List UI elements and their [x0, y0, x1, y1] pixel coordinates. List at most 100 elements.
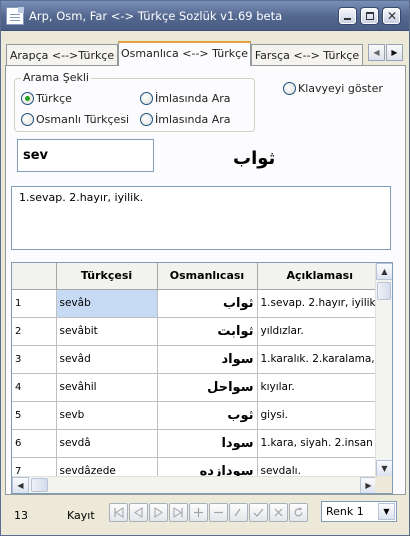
- row-number: 3: [12, 345, 57, 374]
- delete-record-button[interactable]: [209, 503, 228, 522]
- radio-unchecked-icon: [140, 113, 153, 126]
- table-row[interactable]: 3 sevâd سواد 1.karalık. 2.karalama,: [12, 345, 383, 374]
- cell-turkish[interactable]: sevdâ: [56, 429, 158, 458]
- cell-description[interactable]: kıyılar.: [257, 373, 383, 402]
- cell-turkish[interactable]: sevâb: [56, 289, 158, 318]
- radio-unchecked-icon: [21, 113, 34, 126]
- cell-description[interactable]: 1.kara, siyah. 2.insan: [257, 429, 383, 458]
- edit-icon: [234, 508, 241, 517]
- insert-record-button[interactable]: [189, 503, 208, 522]
- plus-icon: [194, 508, 203, 517]
- tab-persian-turkish[interactable]: Farsça <--> Türkçe: [251, 44, 363, 65]
- chevron-down-icon[interactable]: ▼: [378, 503, 395, 520]
- cell-ottoman[interactable]: سواحل: [157, 373, 258, 402]
- radio-ottoman[interactable]: Osmanlı Türkçesi: [21, 113, 129, 126]
- vertical-scroll-thumb[interactable]: [377, 282, 391, 300]
- radio-spelling-2[interactable]: İmlasında Ara: [140, 113, 231, 126]
- scroll-up-button[interactable]: ▲: [376, 263, 392, 280]
- tab-page-ottoman: Arama Şekli Türkçe İmlasında Ara Osmanlı…: [5, 65, 406, 495]
- radio-checked-icon: [21, 92, 34, 105]
- vertical-scrollbar[interactable]: ▲ ▼: [375, 263, 392, 477]
- cell-ottoman[interactable]: ثوب: [157, 401, 258, 430]
- cell-ottoman[interactable]: ثوابت: [157, 317, 258, 346]
- maximize-button[interactable]: [361, 8, 378, 24]
- cell-turkish[interactable]: sevâd: [56, 345, 158, 374]
- chevron-left-icon: ◀: [373, 48, 380, 57]
- cell-turkish[interactable]: sevâbit: [56, 317, 158, 346]
- tab-scroll-left-button[interactable]: ◀: [368, 44, 385, 61]
- post-record-button[interactable]: [249, 503, 268, 522]
- minus-icon: [214, 511, 223, 514]
- next-record-button[interactable]: [149, 503, 168, 522]
- check-icon: [253, 508, 264, 517]
- radio-spelling-1[interactable]: İmlasında Ara: [140, 92, 231, 105]
- refresh-icon: [294, 507, 303, 517]
- navigator-bar: 13 Kayıt Renk 1 ▼: [1, 497, 409, 535]
- first-record-icon: [114, 507, 124, 518]
- title-bar[interactable]: Arp, Osm, Far <-> Türkçe Sozlük v1.69 be…: [1, 1, 409, 31]
- radio-show-keyboard[interactable]: Klavyeyi göster: [283, 82, 383, 95]
- radio-turkish-label: Türkçe: [36, 92, 72, 105]
- meaning-textbox[interactable]: 1.sevap. 2.hayır, iyilik.: [11, 186, 391, 250]
- last-record-button[interactable]: [169, 503, 188, 522]
- horizontal-scroll-thumb[interactable]: [31, 478, 48, 492]
- app-window: Arp, Osm, Far <-> Türkçe Sozlük v1.69 be…: [0, 0, 410, 536]
- tab-ottoman-turkish[interactable]: Osmanlıca <--> Türkçe: [118, 41, 251, 66]
- cancel-record-button[interactable]: [269, 503, 288, 522]
- tab-strip: Arapça <-->Türkçe Osmanlıca <--> Türkçe …: [1, 41, 409, 66]
- scroll-down-button[interactable]: ▼: [376, 460, 392, 477]
- row-number: 2: [12, 317, 57, 346]
- show-keyboard-label: Klavyeyi göster: [298, 82, 383, 95]
- arrow-up-icon: ▲: [381, 267, 388, 276]
- scroll-left-button[interactable]: ◀: [12, 477, 29, 493]
- cell-ottoman[interactable]: سواد: [157, 345, 258, 374]
- column-header-turkish[interactable]: Türkçesi: [56, 263, 158, 290]
- table-row[interactable]: 4 sevâhil سواحل kıyılar.: [12, 373, 383, 402]
- cell-description[interactable]: yıldızlar.: [257, 317, 383, 346]
- table-row[interactable]: 1 sevâb ثواب 1.sevap. 2.hayır, iyilik.: [12, 289, 383, 318]
- tab-scroll-right-button[interactable]: ▶: [386, 44, 403, 61]
- row-number: 1: [12, 289, 57, 318]
- table-row[interactable]: 2 sevâbit ثوابت yıldızlar.: [12, 317, 383, 346]
- cell-ottoman[interactable]: ثواب: [157, 289, 258, 318]
- cell-turkish[interactable]: sevâhil: [56, 373, 158, 402]
- minimize-button[interactable]: [339, 8, 356, 24]
- cell-description[interactable]: 1.sevap. 2.hayır, iyilik.: [257, 289, 383, 318]
- cell-turkish[interactable]: sevb: [56, 401, 158, 430]
- arrow-down-icon: ▼: [381, 464, 388, 473]
- refresh-button[interactable]: [289, 503, 308, 522]
- tab-arabic-turkish[interactable]: Arapça <-->Türkçe: [6, 44, 118, 65]
- column-header-description[interactable]: Açıklaması: [257, 263, 383, 290]
- radio-spelling-2-label: İmlasında Ara: [155, 113, 231, 126]
- next-record-icon: [154, 507, 163, 518]
- edit-record-button[interactable]: [229, 503, 248, 522]
- record-count: 13: [14, 509, 28, 522]
- horizontal-scrollbar[interactable]: ◀ ▶: [12, 476, 377, 493]
- cancel-icon: [274, 508, 283, 517]
- close-button[interactable]: ✕: [383, 8, 400, 24]
- results-grid[interactable]: Türkçesi Osmanlıcası Açıklaması 1 sevâb …: [11, 262, 393, 494]
- color-select[interactable]: Renk 1 ▼: [321, 501, 397, 522]
- table-row[interactable]: 6 sevdâ سودا 1.kara, siyah. 2.insan: [12, 429, 383, 458]
- radio-ottoman-label: Osmanlı Türkçesi: [36, 113, 130, 126]
- search-mode-legend: Arama Şekli: [21, 71, 91, 84]
- table-row[interactable]: 5 sevb ثوب giysi.: [12, 401, 383, 430]
- column-header-ottoman[interactable]: Osmanlıcası: [157, 263, 258, 290]
- prior-record-icon: [134, 507, 143, 518]
- radio-turkish[interactable]: Türkçe: [21, 92, 72, 105]
- row-number: 6: [12, 429, 57, 458]
- arrow-left-icon: ◀: [17, 481, 24, 490]
- radio-unchecked-icon: [283, 82, 296, 95]
- cell-description[interactable]: 1.karalık. 2.karalama,: [257, 345, 383, 374]
- radio-spelling-1-label: İmlasında Ara: [155, 92, 231, 105]
- search-input[interactable]: [17, 139, 154, 172]
- last-record-icon: [173, 507, 183, 518]
- results-table: Türkçesi Osmanlıcası Açıklaması 1 sevâb …: [12, 263, 383, 486]
- cell-description[interactable]: giysi.: [257, 401, 383, 430]
- prior-record-button[interactable]: [129, 503, 148, 522]
- record-label: Kayıt: [67, 509, 95, 522]
- first-record-button[interactable]: [109, 503, 128, 522]
- cell-ottoman[interactable]: سودا: [157, 429, 258, 458]
- close-icon: ✕: [386, 9, 398, 23]
- window-title: Arp, Osm, Far <-> Türkçe Sozlük v1.69 be…: [29, 9, 283, 23]
